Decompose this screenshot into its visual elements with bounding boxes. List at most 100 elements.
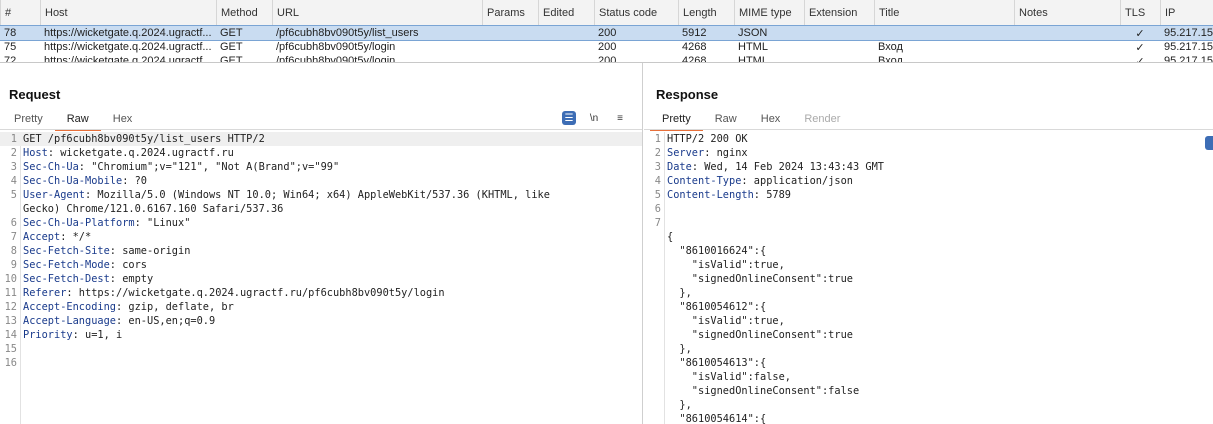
line-number: 13 [4, 315, 17, 327]
line-number: 16 [4, 357, 17, 369]
line-number: 15 [4, 343, 17, 355]
column-header-length[interactable]: Length [678, 0, 734, 26]
code-line: 13 Accept-Language: en-US,en;q=0.9 [0, 314, 642, 328]
code-line: 8 Sec-Fetch-Site: same-origin [0, 244, 642, 258]
header-name: Sec-Fetch-Site [23, 245, 110, 257]
tab-render[interactable]: Render [792, 111, 852, 129]
cell-mime: HTML [738, 41, 768, 53]
column-header-url[interactable]: URL [272, 0, 482, 26]
code-line: 10 Sec-Fetch-Dest: empty [0, 272, 642, 286]
header-value: : gzip, deflate, br [116, 301, 234, 313]
code-line: 3 Date: Wed, 14 Feb 2024 13:43:43 GMT [644, 160, 1213, 174]
header-name: Content-Length [667, 189, 754, 201]
column-header-extension[interactable]: Extension [804, 0, 874, 26]
header-value: : empty [109, 273, 154, 285]
code-line: 4 Content-Type: application/json [644, 174, 1213, 188]
request-pane: Request Pretty Raw Hex ☰ \n ≡ 1 GET /pf6cub… [0, 63, 643, 424]
menu-icon[interactable]: ≡ [612, 110, 628, 126]
line-number: 3 [10, 161, 17, 173]
column-header-title[interactable]: Title [874, 0, 1014, 26]
code-line: 9 Sec-Fetch-Mode: cors [0, 258, 642, 272]
line-text: Sec-Fetch-Dest: empty [23, 272, 153, 286]
history-header-row: # Host Method URL Params Edited Status code Len… [0, 0, 1213, 27]
column-header-mime-type[interactable]: MIME type [734, 0, 804, 26]
code-line: "signedOnlineConsent":true [644, 272, 1213, 286]
code-line: "8610054612":{ [644, 300, 1213, 314]
column-header-ip[interactable]: IP [1160, 0, 1213, 26]
header-value: : same-origin [109, 245, 191, 257]
column-header-host[interactable]: Host [40, 0, 216, 26]
cell-method: GET [220, 55, 243, 63]
code-line: 4 Sec-Ch-Ua-Mobile: ?0 [0, 174, 642, 188]
cell-num: 75 [4, 41, 17, 53]
line-text: Date: Wed, 14 Feb 2024 13:43:43 GMT [667, 160, 884, 174]
line-text: Sec-Ch-Ua-Mobile: ?0 [23, 174, 147, 188]
column-header-edited[interactable]: Edited [538, 0, 594, 26]
header-name: Host [23, 147, 48, 159]
header-value: : u=1, i [72, 329, 123, 341]
code-line: 5 User-Agent: Mozilla/5.0 (Windows NT 10.… [0, 188, 642, 202]
table-row[interactable]: 75 https://wicketgate.q.2024.ugractf... GE… [0, 40, 1213, 54]
line-text: Server: nginx [667, 146, 748, 160]
line-text: Priority: u=1, i [23, 328, 122, 342]
column-header-status-code[interactable]: Status code [594, 0, 678, 26]
line-text: }, [667, 399, 692, 411]
table-row[interactable]: 72 https://wicketgate.q.2024.ugractf... GE… [0, 54, 1213, 63]
response-tabs: Pretty Raw Hex Render [650, 111, 852, 131]
column-header-method[interactable]: Method [216, 0, 272, 26]
line-text: "8610054613":{ [667, 357, 767, 369]
wrap-lines-icon[interactable]: ☰ [562, 111, 576, 125]
header-value: : "Chromium";v="121", "Not A(Brand";v="9… [78, 161, 340, 173]
tab-pretty[interactable]: Pretty [650, 111, 703, 131]
header-value: : 5789 [753, 189, 791, 201]
tab-hex[interactable]: Hex [101, 111, 145, 129]
code-line: }, [644, 342, 1213, 356]
cell-title [874, 26, 1014, 40]
code-line: 2 Host: wicketgate.q.2024.ugractf.ru [0, 146, 642, 160]
header-value: : cors [109, 259, 147, 271]
header-value: : wicketgate.q.2024.ugractf.ru [47, 147, 234, 159]
header-value: : application/json [741, 175, 853, 187]
code-line: 2 Server: nginx [644, 146, 1213, 160]
response-pane: Response Pretty Raw Hex Render 1 HTTP/2 200 … [644, 63, 1213, 424]
column-header-params[interactable]: Params [482, 0, 538, 26]
tab-hex[interactable]: Hex [749, 111, 793, 129]
tab-raw[interactable]: Raw [54, 111, 101, 131]
cell-status: 200 [598, 27, 617, 39]
code-line: 5 Content-Length: 5789 [644, 188, 1213, 202]
header-name: Date [667, 161, 692, 173]
header-name: Sec-Ch-Ua [23, 161, 79, 173]
header-value: : ?0 [122, 175, 148, 187]
response-editor[interactable]: 1 HTTP/2 200 OK 2 Server: nginx 3 Date: Wed, … [644, 132, 1213, 424]
header-value: : nginx [704, 147, 748, 159]
column-header-tls[interactable]: TLS [1120, 0, 1160, 26]
line-number: 6 [10, 217, 17, 229]
cell-status: 200 [598, 41, 617, 53]
line-text: "isValid":true, [667, 259, 785, 271]
line-number: 2 [654, 147, 661, 159]
code-line: 1 GET /pf6cubh8bv090t5y/list_users HTTP/2 [0, 132, 642, 146]
code-line: }, [644, 398, 1213, 412]
cell-method: GET [220, 27, 243, 39]
code-line: "isValid":true, [644, 314, 1213, 328]
tab-pretty[interactable]: Pretty [2, 111, 55, 129]
column-header-notes[interactable]: Notes [1014, 0, 1120, 26]
column-header-[interactable]: # [0, 0, 40, 26]
newline-icon[interactable]: \n [586, 110, 602, 126]
code-line: "8610016624":{ [644, 244, 1213, 258]
table-row[interactable]: 78 https://wicketgate.q.2024.ugractf... GE… [0, 25, 1213, 41]
line-number: 9 [10, 259, 17, 271]
code-line: 3 Sec-Ch-Ua: "Chromium";v="121", "Not A(B… [0, 160, 642, 174]
cell-tls: ✓ [1135, 27, 1145, 40]
code-line: 14 Priority: u=1, i [0, 328, 642, 342]
line-text: "8610054614":{ [667, 413, 767, 424]
line-text: Sec-Ch-Ua: "Chromium";v="121", "Not A(Br… [23, 160, 339, 174]
line-number: 7 [654, 217, 661, 229]
code-line: "isValid":false, [644, 370, 1213, 384]
tab-raw[interactable]: Raw [703, 111, 749, 129]
header-name: Accept [23, 231, 61, 243]
header-name: Priority [23, 329, 73, 341]
line-number: 3 [654, 161, 661, 173]
code-line: 7 Accept: */* [0, 230, 642, 244]
request-editor[interactable]: 1 GET /pf6cubh8bv090t5y/list_users HTTP/2… [0, 132, 642, 424]
